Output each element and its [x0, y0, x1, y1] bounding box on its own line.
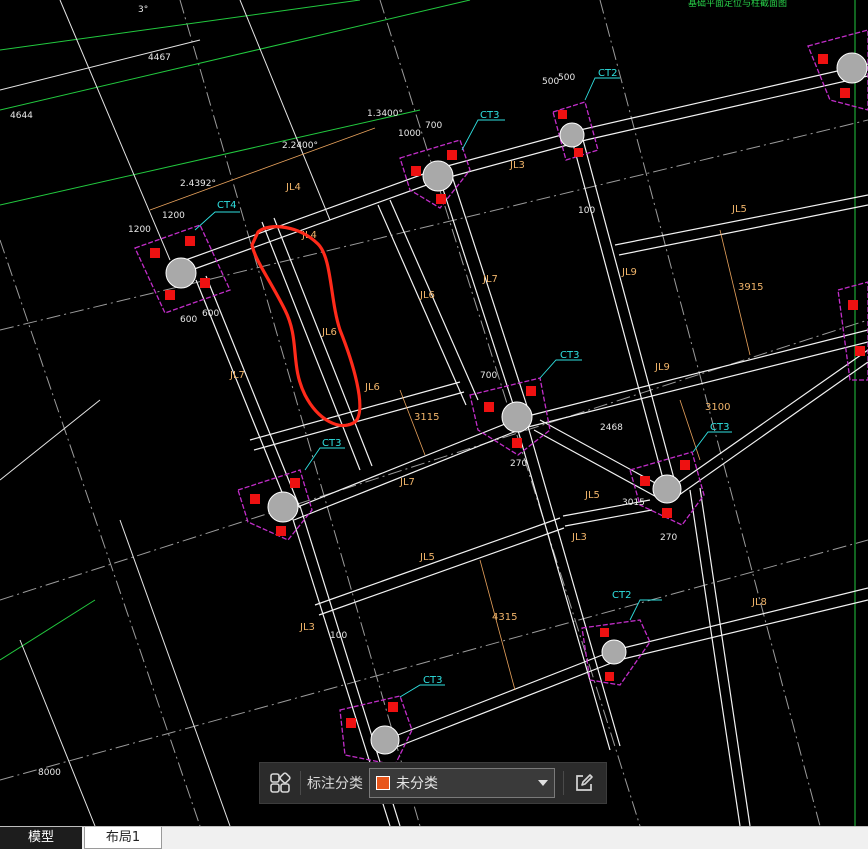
dimension-text: 700: [480, 371, 497, 381]
pile-cap-label: CT3: [480, 110, 499, 121]
dimension-text: 3915: [738, 282, 763, 293]
beam-label: JL5: [584, 490, 600, 501]
edit-icon[interactable]: [564, 763, 604, 803]
top-right-note: 基础平面定位与柱截面图: [688, 0, 787, 9]
dimension-text: 2.2400°: [282, 141, 318, 151]
pile-cap-labels: CT4 CT2 CT3 CT3 CT3 CT3 CT3 CT2: [217, 68, 729, 686]
tab-layout1[interactable]: 布局1: [84, 827, 162, 849]
beam-label: JL5: [419, 552, 435, 563]
dimension-text: 2468: [600, 423, 623, 433]
beam-label: JL9: [621, 267, 637, 278]
leader-lines: [194, 77, 732, 698]
beam-label: JL3: [299, 622, 315, 633]
foundation-beams: [179, 63, 868, 826]
dimension-text: 1200: [162, 211, 185, 221]
beam-label: JL3: [571, 532, 587, 543]
pile-cap-ct3-b: [469, 377, 551, 456]
dimension-text: 1.3400°: [367, 109, 403, 119]
beam-label: JL7: [229, 370, 245, 381]
category-color-swatch: [376, 776, 390, 790]
beam-label: JL6: [364, 382, 380, 393]
beam-label: JL6: [419, 290, 435, 301]
pile-cap-label: CT2: [598, 68, 617, 79]
beam-label: JL3: [509, 160, 525, 171]
beam-label: JL8: [751, 597, 767, 608]
pile-cap-label: CT3: [423, 675, 442, 686]
pile-cap-label: CT3: [560, 350, 579, 361]
tab-model[interactable]: 模型: [0, 827, 82, 849]
survey-text: 4644: [10, 111, 33, 121]
beam-label: JL4: [285, 182, 301, 193]
dimension-text: 270: [510, 459, 527, 469]
survey-text: 4467: [148, 53, 171, 63]
dimension-text: 500: [542, 77, 559, 87]
dimension-text: 600: [180, 315, 197, 325]
beam-label: JL9: [654, 362, 670, 373]
pile-cap-label: CT3: [322, 438, 341, 449]
beam-label: JL5: [731, 204, 747, 215]
dimension-text: 270: [660, 533, 677, 543]
category-selected-value: 未分类: [396, 776, 438, 792]
cad-drawing-canvas[interactable]: CT4 CT2 CT3 CT3 CT3 CT3 CT3 CT2 JL4 JL4 …: [0, 0, 868, 826]
dimension-text: 100: [578, 206, 595, 216]
chevron-down-icon: [538, 780, 548, 786]
pile-caps: [134, 29, 868, 766]
survey-text: 8000: [38, 768, 61, 778]
dimension-text: 3015: [622, 498, 645, 508]
angle-text: 3°: [138, 5, 148, 15]
dimension-text: 700: [425, 121, 442, 131]
annotation-toolbar: 标注分类 未分类: [259, 762, 607, 804]
dimension-texts: 2.4392° 2.2400° 1.3400° 1200 500 500 391…: [128, 73, 763, 641]
dimension-text: 3100: [705, 402, 730, 413]
dimension-text: 2.4392°: [180, 179, 216, 189]
pile-cap-ct2-a: [552, 101, 599, 161]
pile-cap-label: CT4: [217, 200, 236, 211]
pile-cap-label: CT2: [612, 590, 631, 601]
pile-cap-top-right: [807, 29, 868, 111]
dimension-text: 4315: [492, 612, 517, 623]
dimension-text: 3115: [414, 412, 439, 423]
layout-tab-bar: 模型 布局1: [0, 826, 868, 849]
dimension-text: 1000: [398, 129, 421, 139]
dimension-text: 100: [330, 631, 347, 641]
dimension-text: 500: [558, 73, 575, 83]
pile-cap-label: CT3: [710, 422, 729, 433]
beam-label: JL6: [321, 327, 337, 338]
dimension-text: 1200: [128, 225, 151, 235]
annotation-category-label: 标注分类: [307, 776, 363, 792]
beam-label: JL7: [399, 477, 415, 488]
dimension-text: 600: [202, 309, 219, 319]
beam-label: JL7: [482, 274, 498, 285]
annotation-category-dropdown[interactable]: 未分类: [369, 768, 555, 798]
four-squares-icon[interactable]: [260, 763, 300, 803]
pile-cap-ct3-e: [339, 695, 413, 766]
cad-drawing[interactable]: CT4 CT2 CT3 CT3 CT3 CT3 CT3 CT2 JL4 JL4 …: [0, 0, 868, 826]
